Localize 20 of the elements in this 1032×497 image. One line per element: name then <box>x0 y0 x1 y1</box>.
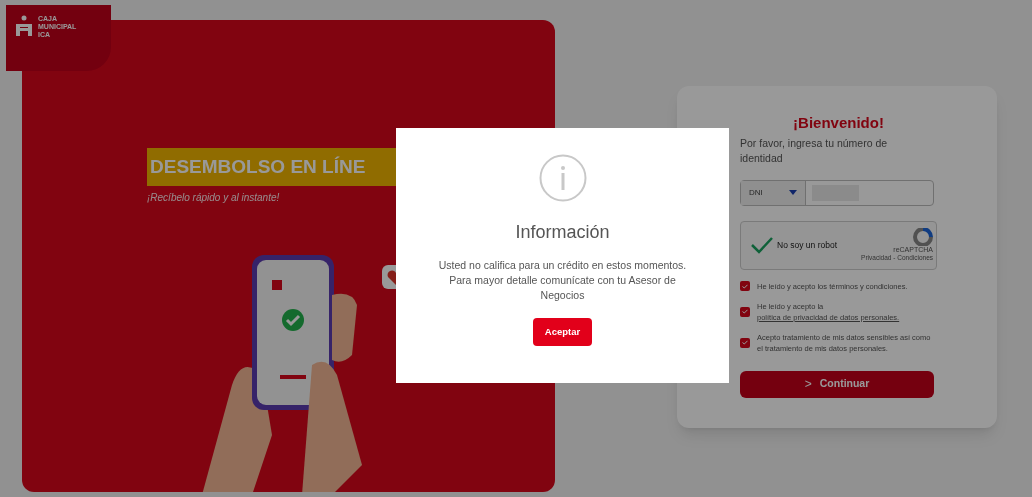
consent-checkbox[interactable] <box>740 337 750 348</box>
logo-icon <box>14 15 34 37</box>
document-field[interactable]: DNI <box>740 179 934 206</box>
welcome-title: ¡Bienvenido! <box>792 113 885 133</box>
consent-checkbox[interactable] <box>740 306 750 317</box>
banner-headline: DESEMBOLSO EN LÍNE <box>150 154 366 179</box>
instruction-text: Por favor, ingresa tu número de identidad <box>740 135 889 166</box>
consent-checkbox[interactable] <box>740 281 750 291</box>
accept-button[interactable]: Aceptar <box>532 318 593 346</box>
continue-button[interactable]: > Continuar <box>740 370 934 398</box>
banner-subtitle: ¡Recíbelo rápido y al instante! <box>147 191 280 205</box>
dialog-title: Información <box>515 221 610 244</box>
info-icon <box>538 154 587 202</box>
chevron-icon: > <box>804 375 812 393</box>
captcha-label: No soy un robot <box>777 238 837 252</box>
dropdown-icon <box>789 190 797 195</box>
document-type-select[interactable]: DNI <box>741 180 806 205</box>
captcha-checkmark-icon[interactable] <box>751 236 773 254</box>
dialog-message: Usted no califica para un crédito en estos momentos. Para mayor detalle comunícate con tu Asesor de Negocios <box>437 258 688 303</box>
recaptcha-logo-icon <box>913 228 933 246</box>
